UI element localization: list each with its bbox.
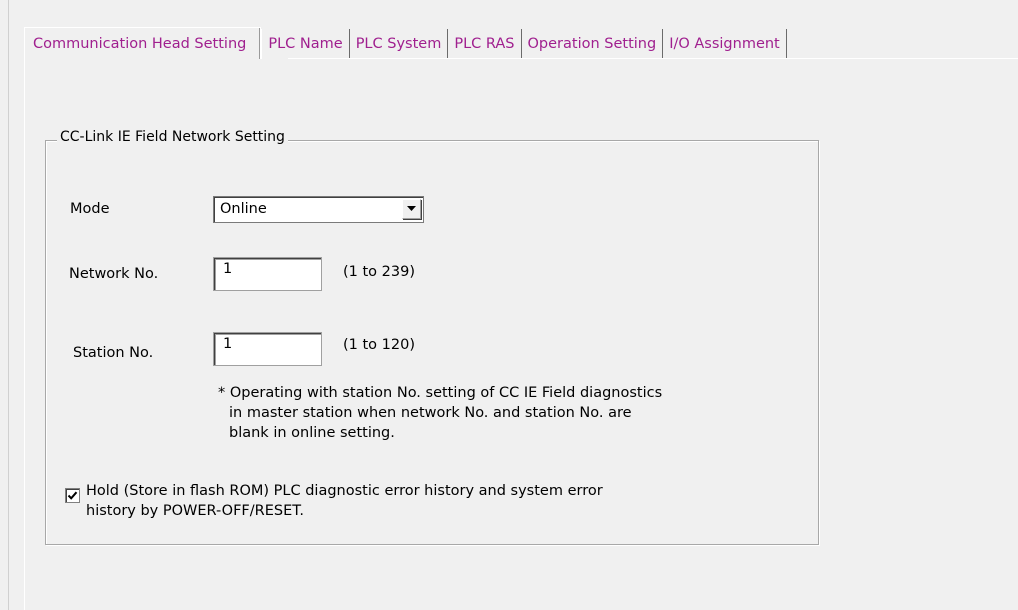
network-no-range: (1 to 239) [343,264,415,280]
network-no-label: Network No. [69,266,159,282]
mode-label: Mode [70,201,110,217]
tab-plc-ras[interactable]: PLC RAS [448,29,522,59]
mode-select[interactable]: Online [213,196,424,223]
chevron-down-icon [407,206,416,211]
tab-communication-head-setting[interactable]: Communication Head Setting [24,27,262,59]
checkmark-icon [67,491,78,500]
settings-window: Communication Head Setting PLC Name PLC … [0,0,1018,610]
window-left-edge [8,0,9,610]
note-line-3: blank in online setting. [229,425,395,441]
tab-io-assignment[interactable]: I/O Assignment [663,29,787,59]
station-no-range: (1 to 120) [343,337,415,353]
tab-page-top-edge [288,58,1018,59]
station-no-input[interactable]: 1 [213,332,322,366]
network-no-input[interactable]: 1 [213,257,322,291]
dropdown-arrow-button[interactable] [402,199,421,219]
groupbox-title: CC-Link IE Field Network Setting [57,129,288,145]
hold-error-history-label[interactable]: Hold (Store in flash ROM) PLC diagnostic… [86,481,603,521]
tab-operation-setting[interactable]: Operation Setting [521,29,664,59]
hold-label-line-1: Hold (Store in flash ROM) PLC diagnostic… [86,483,603,499]
station-no-label: Station No. [73,345,154,361]
hold-label-line-2: history by POWER-OFF/RESET. [86,503,304,519]
tab-strip: Communication Head Setting PLC Name PLC … [24,27,787,59]
operating-note: * Operating with station No. setting of … [218,383,662,443]
mode-select-value: Online [220,201,267,217]
hold-error-history-checkbox[interactable] [65,488,80,503]
note-line-2: in master station when network No. and s… [229,405,632,421]
note-line-1: * Operating with station No. setting of … [218,385,663,401]
tab-plc-name[interactable]: PLC Name [261,29,350,59]
tab-plc-system[interactable]: PLC System [349,29,449,59]
tab-page-left-edge [24,58,25,610]
